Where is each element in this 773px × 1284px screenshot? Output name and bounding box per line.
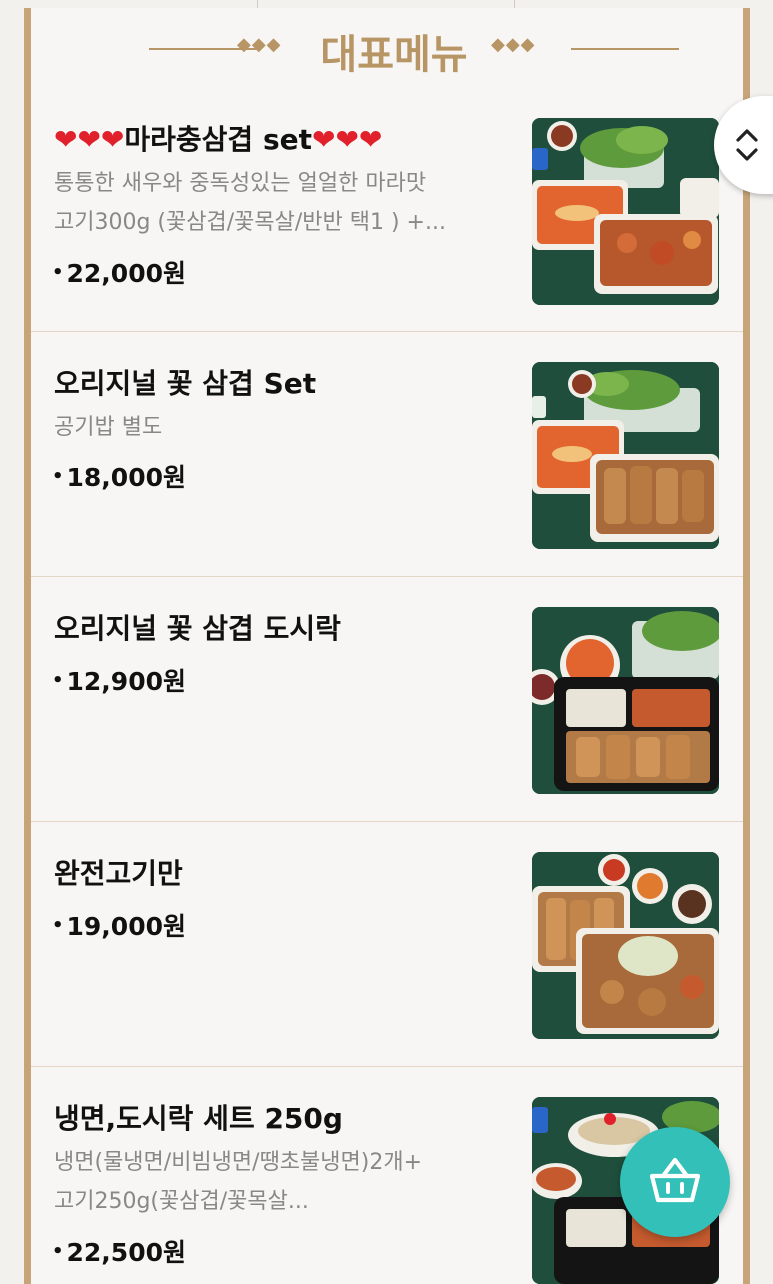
- menu-item[interactable]: 오리지널 꽃 삼겹 Set 공기밥 별도 • 18,000원: [31, 332, 743, 577]
- header-divider-right: [571, 48, 679, 50]
- menu-panel: ◆◆◆ 대표메뉴 ◆◆◆ ❤❤❤마라충삼겹 set❤❤❤ 통통한 새우와 중독성…: [24, 8, 750, 1284]
- heart-icon: ❤❤❤: [54, 123, 125, 156]
- menu-item-price: • 12,900원: [52, 667, 186, 696]
- menu-item-description: 통통한 새우와 중독성있는 얼얼한 마라맛 고기300g (꽃삼겹/꽃목살/반반…: [54, 171, 446, 235]
- section-title: 대표메뉴: [320, 32, 468, 78]
- menu-item-name: 냉면,도시락 세트 250g: [54, 1102, 343, 1135]
- menu-item-price: • 22,500원: [52, 1238, 186, 1267]
- ornament-right-icon: ◆◆◆: [491, 34, 536, 55]
- menu-item-description: 냉면(물냉면/비빔냉면/땡초불냉면)2개+ 고기250g(꽃삼겹/꽃목살...: [54, 1150, 423, 1214]
- heart-icon: ❤❤❤: [311, 123, 383, 156]
- chevron-up-down-icon: [736, 129, 758, 161]
- page: ◆◆◆ 대표메뉴 ◆◆◆ ❤❤❤마라충삼겹 set❤❤❤ 통통한 새우와 중독성…: [0, 0, 773, 1284]
- menu-item-name: 오리지널 꽃 삼겹 Set: [54, 367, 317, 400]
- section-header: ◆◆◆ 대표메뉴 ◆◆◆: [31, 8, 743, 88]
- food-photo[interactable]: [532, 118, 719, 305]
- menu-item[interactable]: 오리지널 꽃 삼겹 도시락 • 12,900원: [31, 577, 743, 822]
- food-photo[interactable]: [532, 852, 719, 1039]
- menu-item-price: • 19,000원: [52, 912, 186, 941]
- menu-item-name: 오리지널 꽃 삼겹 도시락: [54, 612, 341, 645]
- menu-item[interactable]: 완전고기만 • 19,000원: [31, 822, 743, 1067]
- cart-button[interactable]: [620, 1127, 730, 1237]
- menu-item-price: • 22,000원: [52, 259, 186, 288]
- menu-item-description: 공기밥 별도: [54, 415, 163, 440]
- menu-item-name: 완전고기만: [54, 857, 183, 890]
- menu-list: ❤❤❤마라충삼겹 set❤❤❤ 통통한 새우와 중독성있는 얼얼한 마라맛 고기…: [31, 88, 743, 1284]
- menu-item-price: • 18,000원: [52, 463, 186, 492]
- ornament-left-icon: ◆◆◆: [237, 34, 282, 55]
- food-photo[interactable]: [532, 362, 719, 549]
- menu-item-name: ❤❤❤마라충삼겹 set❤❤❤: [54, 123, 383, 156]
- basket-icon: [649, 1157, 701, 1203]
- food-photo[interactable]: [532, 607, 719, 794]
- menu-item[interactable]: ❤❤❤마라충삼겹 set❤❤❤ 통통한 새우와 중독성있는 얼얼한 마라맛 고기…: [31, 88, 743, 332]
